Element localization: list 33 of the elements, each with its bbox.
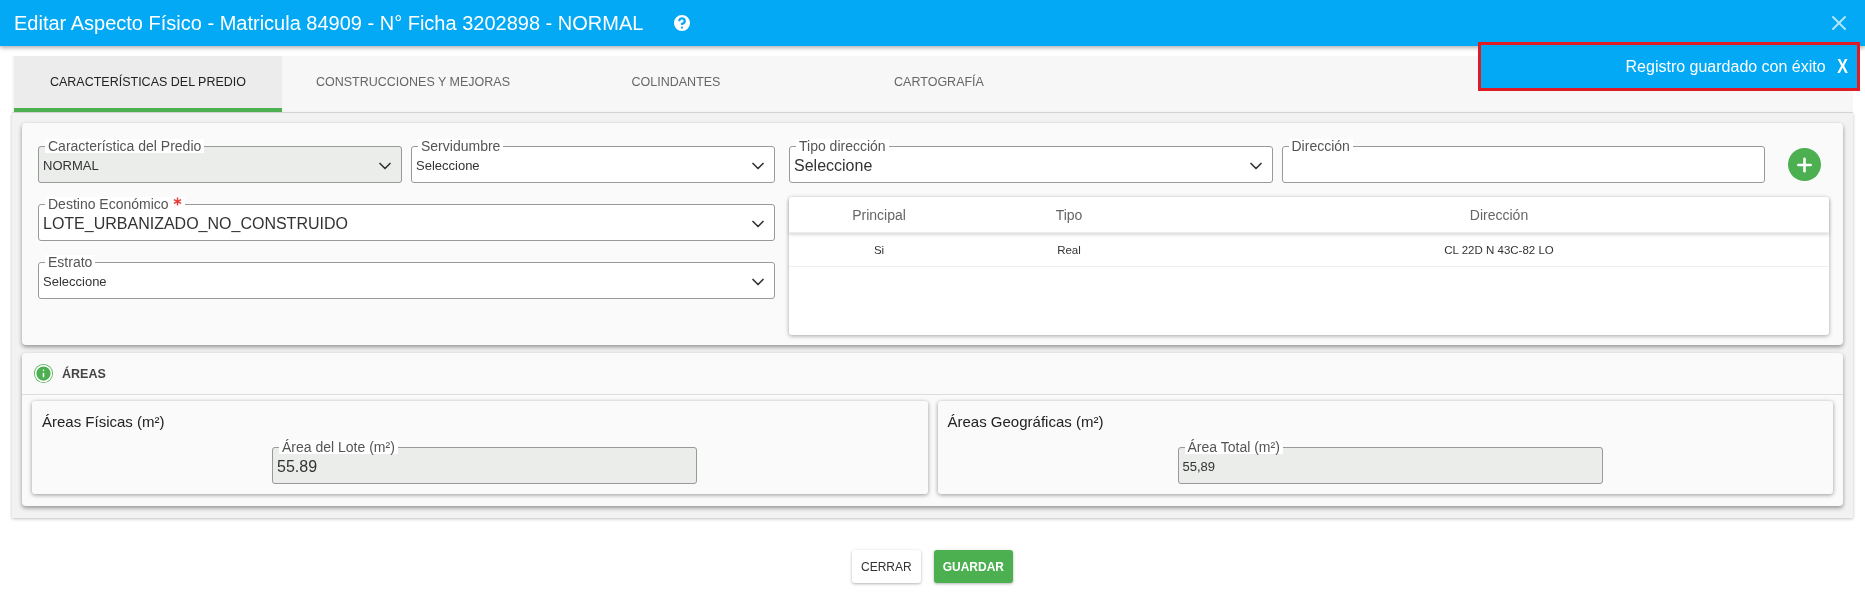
column-header: Tipo: [1054, 206, 1084, 223]
field-label: Estrato: [45, 255, 96, 269]
field-label: Área Total (m²): [1184, 440, 1283, 454]
add-button[interactable]: [1788, 148, 1821, 181]
subcard-title: Áreas Físicas (m²): [42, 413, 166, 430]
field-label: Característica del Predio: [45, 139, 205, 153]
close-button[interactable]: CERRAR: [852, 550, 921, 583]
field-label: Servidumbre: [418, 139, 504, 153]
field-label: Área del Lote (m²): [279, 440, 398, 454]
select-field[interactable]: Estrato Seleccione: [38, 255, 775, 299]
table-cell-text: CL 22D N 43C-82 LO: [1443, 243, 1555, 256]
field-label: Tipo dirección: [796, 139, 889, 153]
select-field[interactable]: Destino Económico LOTE_URBANIZADO_NO_CONSTRUIDO: [38, 197, 775, 241]
table-cell-text: Real: [1056, 243, 1082, 256]
input-field[interactable]: Área Total (m²) 55,89: [1177, 440, 1603, 484]
select-field[interactable]: Tipo dirección Seleccione: [789, 139, 1273, 183]
column-header: Principal: [851, 206, 907, 223]
tab[interactable]: CARACTERÍSTICAS DEL PREDIO: [14, 56, 282, 112]
field-label: Destino Económico: [45, 197, 185, 211]
window-title: Editar Aspecto Físico - Matricula 84909 - N° Ficha 3202898 - NORMAL: [14, 11, 644, 35]
tab[interactable]: CARTOGRAFÍA: [808, 56, 1070, 112]
subcard-title: Áreas Geográficas (m²): [947, 413, 1105, 430]
column-header: Dirección: [1468, 206, 1530, 223]
tab[interactable]: COLINDANTES: [544, 56, 808, 112]
input-field[interactable]: Dirección: [1281, 139, 1765, 183]
input-field[interactable]: Área del Lote (m²) 55.89: [272, 440, 697, 484]
field-label: Dirección: [1288, 139, 1353, 153]
tab[interactable]: CONSTRUCCIONES Y MEJORAS: [282, 56, 544, 112]
select-field[interactable]: Servidumbre Seleccione: [411, 139, 775, 183]
info-icon: [34, 364, 53, 383]
section-title: ÁREAS: [62, 366, 106, 381]
toast-message: Registro guardado con éxito: [1625, 57, 1826, 76]
table-cell-text: Si: [872, 243, 886, 256]
